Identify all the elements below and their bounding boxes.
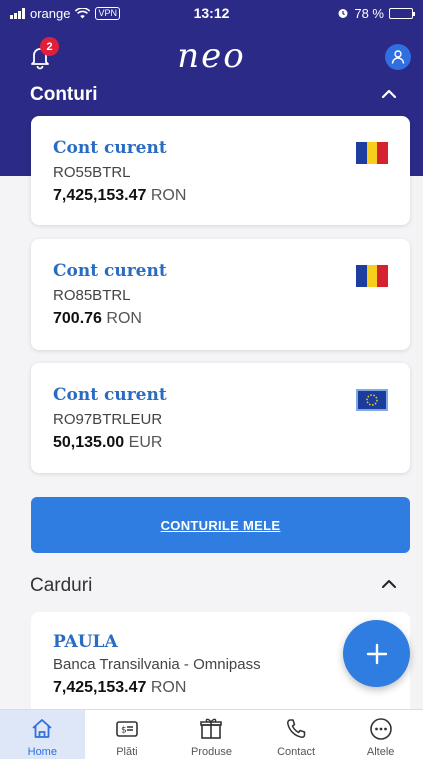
account-card[interactable]: Cont curent RO85BTRL 700.76 RON	[31, 239, 410, 350]
balance-currency: RON	[106, 310, 142, 327]
balance-amount: 50,135.00	[53, 434, 125, 451]
bottom-tab-bar: Home $ Plăti Produse Contact Altele	[0, 709, 423, 759]
account-balance: 700.76 RON	[53, 310, 142, 328]
balance-amount: 7,425,153.47	[53, 679, 147, 696]
tab-label: Plăti	[116, 746, 138, 758]
account-card[interactable]: Cont curent RO55BTRL 7,425,153.47 RON	[31, 116, 410, 225]
signal-icon	[10, 7, 25, 19]
cards-section-title: Carduri	[30, 575, 93, 596]
battery-percent: 78 %	[354, 5, 384, 21]
profile-button[interactable]	[385, 44, 411, 70]
eu-stars-icon	[366, 394, 378, 406]
tab-payments[interactable]: $ Plăti	[85, 710, 170, 759]
card-product: Banca Transilvania - Omnipass	[53, 656, 261, 673]
romania-flag-icon	[356, 142, 389, 164]
alarm-icon	[338, 9, 348, 18]
chevron-up-icon[interactable]	[380, 85, 398, 103]
status-right: 78 %	[337, 5, 415, 21]
tab-label: Altele	[366, 746, 395, 758]
card-balance: 7,425,153.47 RON	[53, 679, 186, 697]
tab-home[interactable]: Home	[0, 710, 85, 759]
carrier-label: orange	[30, 5, 71, 21]
battery-icon	[389, 7, 415, 19]
tab-label: Home	[27, 746, 57, 758]
account-name: Cont curent	[53, 138, 167, 158]
account-name: Cont curent	[53, 385, 167, 405]
romania-flag-icon	[356, 265, 389, 287]
tab-label: Contact	[277, 746, 316, 758]
chevron-up-icon[interactable]	[380, 575, 398, 593]
payments-icon: $	[116, 721, 138, 737]
eu-flag-icon	[356, 389, 388, 411]
plus-icon	[366, 643, 387, 664]
account-iban: RO55BTRL	[53, 164, 131, 181]
account-balance: 50,135.00 EUR	[53, 434, 162, 452]
account-iban: RO97BTRLEUR	[53, 411, 163, 428]
phone-icon	[287, 719, 306, 738]
balance-amount: 7,425,153.47	[53, 187, 147, 204]
my-accounts-button[interactable]: CONTURILE MELE	[31, 497, 410, 553]
accounts-section-title: Conturi	[30, 84, 98, 105]
more-icon	[369, 718, 392, 740]
card-holder: PAULA	[53, 632, 118, 652]
balance-currency: RON	[150, 187, 187, 204]
status-bar: orange VPN 13:12 78 %	[0, 0, 423, 26]
wifi-icon	[75, 7, 91, 18]
add-button[interactable]	[343, 620, 410, 687]
user-icon	[391, 50, 405, 64]
account-iban: RO85BTRL	[53, 287, 131, 304]
balance-currency: RON	[150, 679, 187, 696]
account-name: Cont curent	[53, 261, 167, 281]
home-icon	[32, 719, 52, 738]
neo-logo: neo	[177, 36, 246, 76]
status-left: orange VPN	[10, 6, 337, 21]
products-icon	[200, 718, 223, 739]
tab-contact[interactable]: Contact	[254, 710, 339, 759]
account-card[interactable]: Cont curent RO97BTRLEUR 50,135.00 EUR	[31, 363, 410, 473]
vpn-badge: VPN	[95, 6, 120, 20]
balance-amount: 700.76	[53, 310, 102, 327]
tab-more[interactable]: Altele	[338, 710, 423, 759]
tab-label: Produse	[190, 746, 232, 758]
balance-currency: EUR	[128, 434, 163, 451]
account-balance: 7,425,153.47 RON	[53, 187, 186, 205]
svg-text:$: $	[121, 726, 127, 736]
tab-products[interactable]: Produse	[169, 710, 254, 759]
